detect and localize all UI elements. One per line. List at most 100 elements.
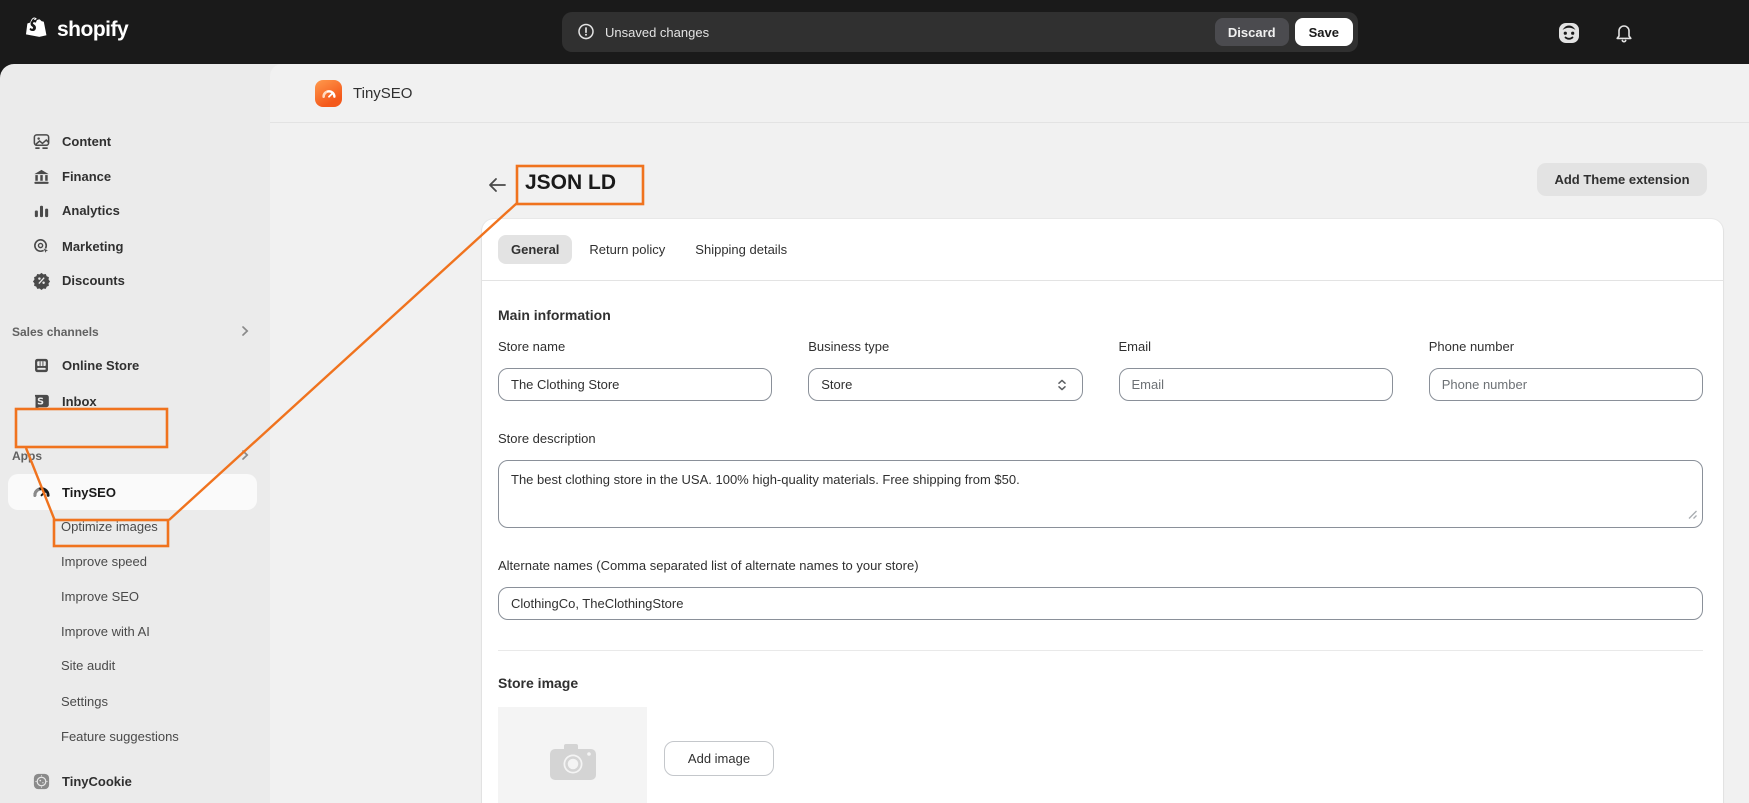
sidebar-subitem-improve-seo[interactable]: Improve SEO [0,581,270,611]
sidebar-header-sales-channels[interactable]: Sales channels [0,317,270,347]
sidebar-subitem-optimize-images[interactable]: Optimize images [0,511,270,541]
sidebar-header-apps[interactable]: Apps [0,441,270,471]
sidebar-item-label: TinySEO [62,484,116,500]
phone-number-input[interactable] [1428,368,1703,401]
sidebar-item-finance[interactable]: Finance [0,161,270,191]
alternate-names-label: Alternate names (Comma separated list of… [498,558,919,573]
back-arrow-icon[interactable] [486,174,508,196]
discard-button[interactable]: Discard [1214,18,1289,46]
sidebar-item-analytics[interactable]: Analytics [0,195,270,225]
alternate-names-input[interactable] [498,587,1703,620]
tab-return-policy[interactable]: Return policy [576,235,678,264]
analytics-icon [32,201,51,220]
main-information-grid: Store name Business type Store [498,339,1703,401]
camera-icon [548,740,598,782]
tinyseo-gauge-icon [32,483,51,502]
phone-field-group: Phone number [1428,339,1703,401]
app-header: TinySEO [270,64,1749,123]
shopify-wordmark: shopify [57,17,129,41]
shopify-bag-icon [26,16,50,43]
sidebar-item-label: TinyCookie [62,773,132,789]
business-type-field-group: Business type Store [808,339,1083,401]
finance-icon [32,167,51,186]
store-name-input[interactable] [498,368,773,401]
sidebar-item-online-store[interactable]: Online Store [0,350,270,380]
sidebar-item-label: Analytics [62,202,120,218]
unsaved-changes-text: Unsaved changes [605,24,710,40]
store-image-row: Add image [498,707,1703,803]
sales-channels-label: Sales channels [12,325,99,339]
tab-bar: General Return policy Shipping details [482,219,1723,281]
add-theme-extension-button[interactable]: Add Theme extension [1537,163,1707,196]
online-store-icon [32,356,51,375]
subitem-label: Settings [61,693,108,709]
sidebar-subitem-improve-speed[interactable]: Improve speed [0,546,270,576]
content-icon [32,132,51,151]
subitem-label: Site audit [61,657,116,673]
sidebar-item-label: Marketing [62,238,124,254]
sidebar-subitem-settings[interactable]: Settings [0,686,270,716]
sidebar-subitem-improve-with-ai[interactable]: Improve with AI [0,616,270,646]
discounts-icon [32,271,51,290]
svg-text:S: S [37,396,44,407]
sidebar-item-tinyseo[interactable]: TinySEO [8,474,257,510]
tab-shipping-details[interactable]: Shipping details [682,235,800,264]
email-input[interactable] [1118,368,1393,401]
inbox-icon: S [32,392,51,411]
tab-panel-general: Main information Store name Business typ… [482,281,1723,803]
sidebar-item-marketing[interactable]: Marketing [0,231,270,261]
store-name-field-group: Store name [498,339,773,401]
sidekick-face-icon[interactable] [1556,20,1582,46]
chevron-right-icon [238,448,252,465]
store-description-label: Store description [498,431,596,446]
store-name-label: Store name [498,339,566,354]
store-image-heading: Store image [498,675,579,691]
email-field-group: Email [1118,339,1393,401]
main-content: TinySEO JSON LD Add Theme extension Gene… [270,64,1749,803]
business-type-value: Store [821,377,853,392]
add-image-button[interactable]: Add image [664,741,774,776]
store-description-group: Store description The best clothing stor… [498,431,1703,528]
sidebar-item-label: Finance [62,168,112,184]
business-type-select[interactable]: Store [808,368,1083,401]
tab-general[interactable]: General [498,235,573,264]
subitem-label: Improve speed [61,553,147,569]
sidebar-item-discounts[interactable]: Discounts [0,265,270,295]
email-label: Email [1118,339,1152,354]
sidebar-item-label: Content [62,133,112,149]
subitem-label: Improve SEO [61,588,140,604]
sidebar-subitem-feature-suggestions[interactable]: Feature suggestions [0,721,270,751]
sidebar-item-inbox[interactable]: S Inbox [0,386,270,416]
apps-label: Apps [12,449,42,463]
tinycookie-icon [32,772,51,791]
unsaved-changes-bar: Unsaved changes Discard Save [562,12,1358,52]
store-description-textarea[interactable]: The best clothing store in the USA. 100%… [498,460,1703,528]
sidebar-item-tinycookie[interactable]: TinyCookie [0,766,270,796]
settings-card: General Return policy Shipping details M… [482,219,1723,803]
page-title: JSON LD [525,171,617,194]
marketing-icon [32,237,51,256]
alert-circle-icon [576,22,596,42]
tinyseo-app-icon [315,80,342,107]
select-unfold-icon [1054,377,1070,393]
sidebar: Content Finance Analytics Marketing Disc… [0,64,270,803]
bell-icon[interactable] [1611,20,1637,46]
business-type-label: Business type [808,339,890,354]
chevron-right-icon [238,324,252,341]
shopify-logo[interactable]: shopify [26,16,129,43]
store-description-value: The best clothing store in the USA. 100%… [511,472,1020,487]
sidebar-item-content[interactable]: Content [0,126,270,156]
store-image-placeholder [498,707,647,803]
sidebar-subitem-site-audit[interactable]: Site audit [0,650,270,680]
subitem-label: Optimize images [61,518,158,534]
topbar: shopify Unsaved changes Discard Save [0,0,1749,64]
resize-handle-icon[interactable] [1686,508,1698,523]
main-information-heading: Main information [498,307,611,323]
save-button[interactable]: Save [1294,18,1353,46]
subitem-label: Feature suggestions [61,728,179,744]
section-divider [498,650,1703,651]
subitem-label: Improve with AI [61,623,150,639]
phone-number-label: Phone number [1428,339,1515,354]
sidebar-item-label: Discounts [62,272,125,288]
sidebar-item-label: Online Store [62,357,140,373]
